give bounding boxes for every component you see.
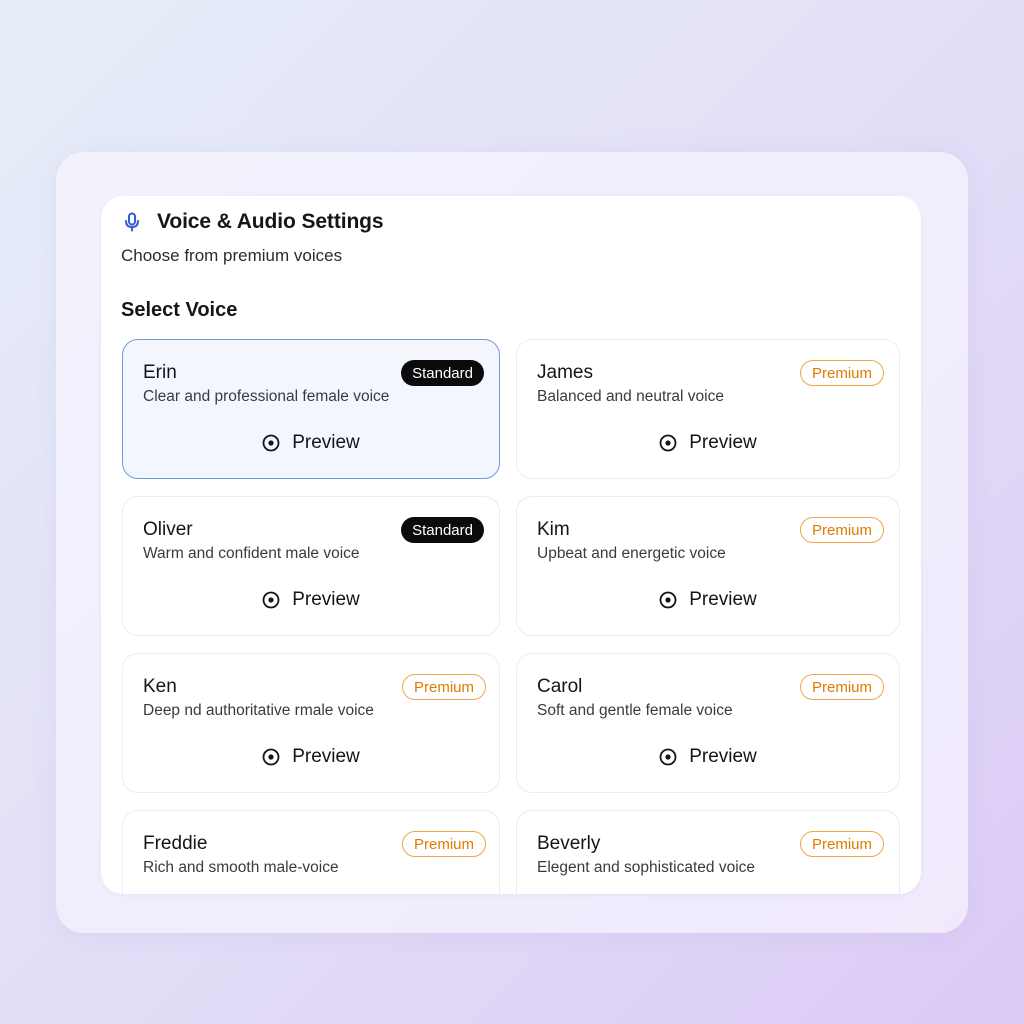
page-subtitle: Choose from premium voices (121, 246, 343, 265)
premium-badge: Premium (401, 831, 486, 857)
voice-name: Erin (143, 362, 177, 383)
voice-card-james[interactable]: James Balanced and neutral voice Premium… (516, 339, 900, 479)
play-icon (262, 748, 280, 766)
preview-label: Preview (292, 746, 360, 767)
page-title: Voice & Audio Settings (157, 210, 384, 233)
select-voice-heading: Select Voice (121, 299, 238, 321)
voice-card-oliver[interactable]: Oliver Warm and confident male voice Sta… (122, 496, 500, 636)
play-icon (659, 591, 677, 609)
voice-name: Carol (537, 676, 583, 697)
preview-button[interactable]: Preview (123, 746, 499, 768)
preview-label: Preview (689, 432, 757, 453)
preview-button[interactable]: Preview (517, 589, 899, 611)
voice-card-ken[interactable]: Ken Deep nd authoritative rmale voice Pr… (122, 653, 500, 793)
voice-description: Upbeat and energetic voice (537, 545, 726, 562)
preview-button[interactable]: Preview (123, 432, 499, 454)
microphone-icon (121, 211, 143, 233)
premium-badge: Premium (401, 674, 486, 700)
voice-description: Rich and smooth male-voice (143, 859, 339, 876)
preview-label: Preview (292, 589, 360, 610)
voice-description: Deep nd authoritative rmale voice (143, 702, 374, 719)
voice-description: Clear and professional female voice (143, 388, 390, 405)
premium-badge: Premium (799, 517, 884, 543)
voice-description: Balanced and neutral voice (537, 388, 724, 405)
voice-name: Freddie (143, 833, 208, 854)
play-icon (659, 434, 677, 452)
voice-card-carol[interactable]: Carol Soft and gentle female voice Premi… (516, 653, 900, 793)
voice-settings-card: Voice & Audio Settings Choose from premi… (101, 196, 921, 894)
voice-card-beverly[interactable]: Beverly Elegent and sophisticated voice … (516, 810, 900, 894)
preview-button[interactable]: Preview (517, 432, 899, 454)
voice-name: Oliver (143, 519, 193, 540)
voice-name: Ken (143, 676, 177, 697)
play-icon (262, 434, 280, 452)
premium-badge: Premium (799, 360, 884, 386)
play-icon (262, 591, 280, 609)
voice-name: James (537, 362, 593, 383)
premium-badge: Premium (799, 831, 884, 857)
preview-label: Preview (689, 589, 757, 610)
voice-name: Kim (537, 519, 570, 540)
standard-badge: Standard (401, 517, 484, 543)
voice-card-erin[interactable]: Erin Clear and professional female voice… (122, 339, 500, 479)
play-icon (659, 748, 677, 766)
premium-badge: Premium (799, 674, 884, 700)
voice-description: Elegent and sophisticated voice (537, 859, 756, 876)
voice-description: Soft and gentle female voice (537, 702, 733, 719)
preview-button[interactable]: Preview (123, 589, 499, 611)
voice-description: Warm and confident male voice (143, 545, 360, 562)
standard-badge: Standard (401, 360, 484, 386)
voice-card-freddie[interactable]: Freddie Rich and smooth male-voice Premi… (122, 810, 500, 894)
preview-label: Preview (292, 432, 360, 453)
voice-card-kim[interactable]: Kim Upbeat and energetic voice Premium P… (516, 496, 900, 636)
voice-name: Beverly (537, 833, 601, 854)
settings-header: Voice & Audio Settings (121, 210, 384, 234)
preview-button[interactable]: Preview (517, 746, 899, 768)
preview-label: Preview (689, 746, 757, 767)
